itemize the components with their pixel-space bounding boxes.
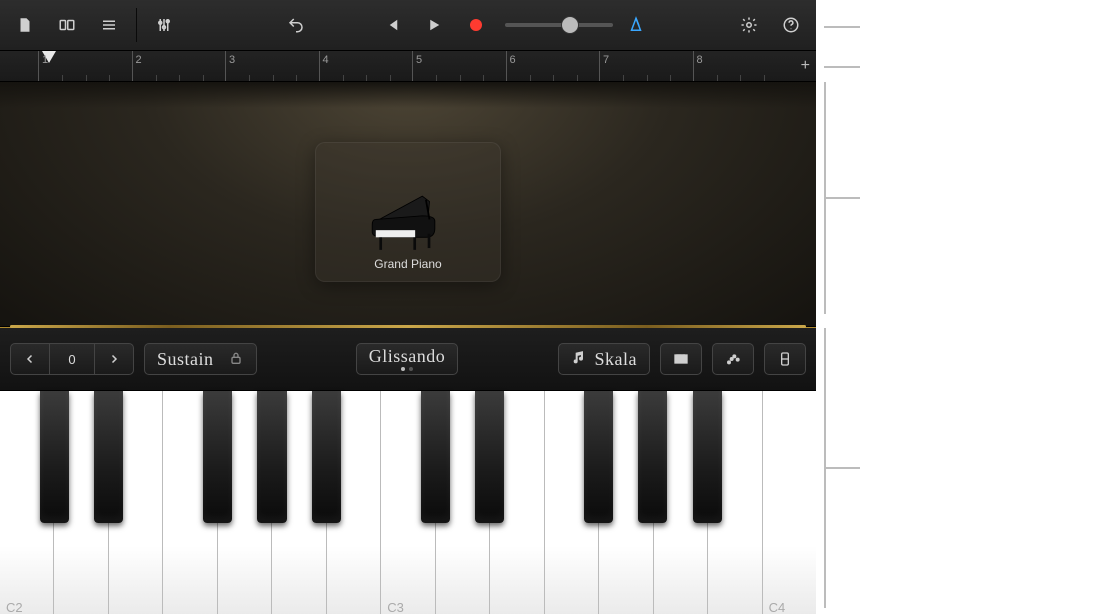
instrument-name: Grand Piano bbox=[374, 257, 441, 271]
white-key[interactable]: C4 bbox=[763, 391, 816, 614]
browser-button[interactable] bbox=[48, 8, 86, 42]
ruler-bar[interactable]: 2 bbox=[132, 51, 133, 81]
keyboard-mode-label: Glissando bbox=[369, 347, 446, 365]
ruler-bar[interactable]: 7 bbox=[599, 51, 600, 81]
ruler-bar-number: 5 bbox=[416, 54, 422, 66]
help-button[interactable] bbox=[772, 8, 810, 42]
key-label: C4 bbox=[769, 600, 786, 614]
toolbar-divider bbox=[136, 8, 137, 42]
octave-stepper[interactable]: 0 bbox=[10, 343, 134, 375]
black-key[interactable] bbox=[584, 391, 613, 523]
ruler-bar[interactable]: 1 bbox=[38, 51, 39, 81]
volume-thumb[interactable] bbox=[561, 16, 579, 34]
keyboard-mode-button[interactable]: Glissando bbox=[356, 343, 459, 375]
record-button[interactable] bbox=[457, 8, 495, 42]
play-button[interactable] bbox=[415, 8, 453, 42]
key-label: C3 bbox=[387, 600, 404, 614]
black-key[interactable] bbox=[203, 391, 232, 523]
octave-value: 0 bbox=[50, 343, 94, 375]
ruler-bar-number: 2 bbox=[136, 54, 142, 66]
lock-icon bbox=[228, 350, 244, 369]
tracks-button[interactable] bbox=[90, 8, 128, 42]
my-songs-button[interactable] bbox=[6, 8, 44, 42]
go-to-start-button[interactable] bbox=[373, 8, 411, 42]
grand-piano-icon bbox=[363, 189, 453, 257]
black-key[interactable] bbox=[94, 391, 123, 523]
master-volume-slider[interactable] bbox=[505, 23, 613, 27]
page-dots bbox=[401, 367, 413, 371]
keyboard-layout-button[interactable] bbox=[660, 343, 702, 375]
settings-button[interactable] bbox=[730, 8, 768, 42]
ruler-bar[interactable]: 3 bbox=[225, 51, 226, 81]
undo-button[interactable] bbox=[277, 8, 315, 42]
scale-label: Skala bbox=[595, 349, 638, 370]
keyboard-size-button[interactable] bbox=[764, 343, 806, 375]
note-icon bbox=[571, 350, 587, 369]
black-key[interactable] bbox=[421, 391, 450, 523]
arpeggiator-button[interactable] bbox=[712, 343, 754, 375]
callout-line bbox=[824, 26, 860, 28]
timeline-ruler[interactable]: + 1 2 3 4 5 6 7 8 bbox=[0, 51, 816, 82]
piano-keyboard[interactable]: C2 C3 C4 bbox=[0, 391, 816, 614]
ruler-bar[interactable]: 8 bbox=[693, 51, 694, 81]
ruler-bar-number: 3 bbox=[229, 54, 235, 66]
scale-button[interactable]: Skala bbox=[558, 343, 651, 375]
black-key[interactable] bbox=[693, 391, 722, 523]
ruler-bar-number: 6 bbox=[510, 54, 516, 66]
add-section-button[interactable]: + bbox=[801, 57, 810, 75]
callout-line bbox=[824, 197, 860, 199]
callout-line bbox=[824, 467, 860, 469]
mixer-button[interactable] bbox=[145, 8, 183, 42]
top-toolbar bbox=[0, 0, 816, 51]
app-window: + 12345678 Grand bbox=[0, 0, 816, 614]
octave-down-button[interactable] bbox=[10, 343, 50, 375]
black-key[interactable] bbox=[312, 391, 341, 523]
key-label: C2 bbox=[6, 600, 23, 614]
instrument-area: Grand Piano bbox=[0, 82, 816, 327]
callout-line bbox=[824, 66, 860, 68]
sustain-label: Sustain bbox=[157, 349, 214, 370]
metronome-button[interactable] bbox=[617, 8, 655, 42]
volume-track[interactable] bbox=[505, 23, 613, 27]
keyboard-control-strip: 0 Sustain Glissando Ska bbox=[0, 327, 816, 391]
ruler-bar[interactable]: 5 bbox=[412, 51, 413, 81]
ruler-bar-number: 1 bbox=[42, 54, 48, 66]
octave-up-button[interactable] bbox=[94, 343, 134, 375]
ruler-bar-number: 8 bbox=[697, 54, 703, 66]
ruler-bar[interactable]: 6 bbox=[506, 51, 507, 81]
ruler-bar-number: 4 bbox=[323, 54, 329, 66]
ruler-bar-number: 7 bbox=[603, 54, 609, 66]
ruler-bar[interactable]: 4 bbox=[319, 51, 320, 81]
sustain-button[interactable]: Sustain bbox=[144, 343, 257, 375]
black-key[interactable] bbox=[638, 391, 667, 523]
black-key[interactable] bbox=[257, 391, 286, 523]
black-key[interactable] bbox=[40, 391, 69, 523]
black-key[interactable] bbox=[475, 391, 504, 523]
instrument-selector[interactable]: Grand Piano bbox=[315, 142, 501, 282]
